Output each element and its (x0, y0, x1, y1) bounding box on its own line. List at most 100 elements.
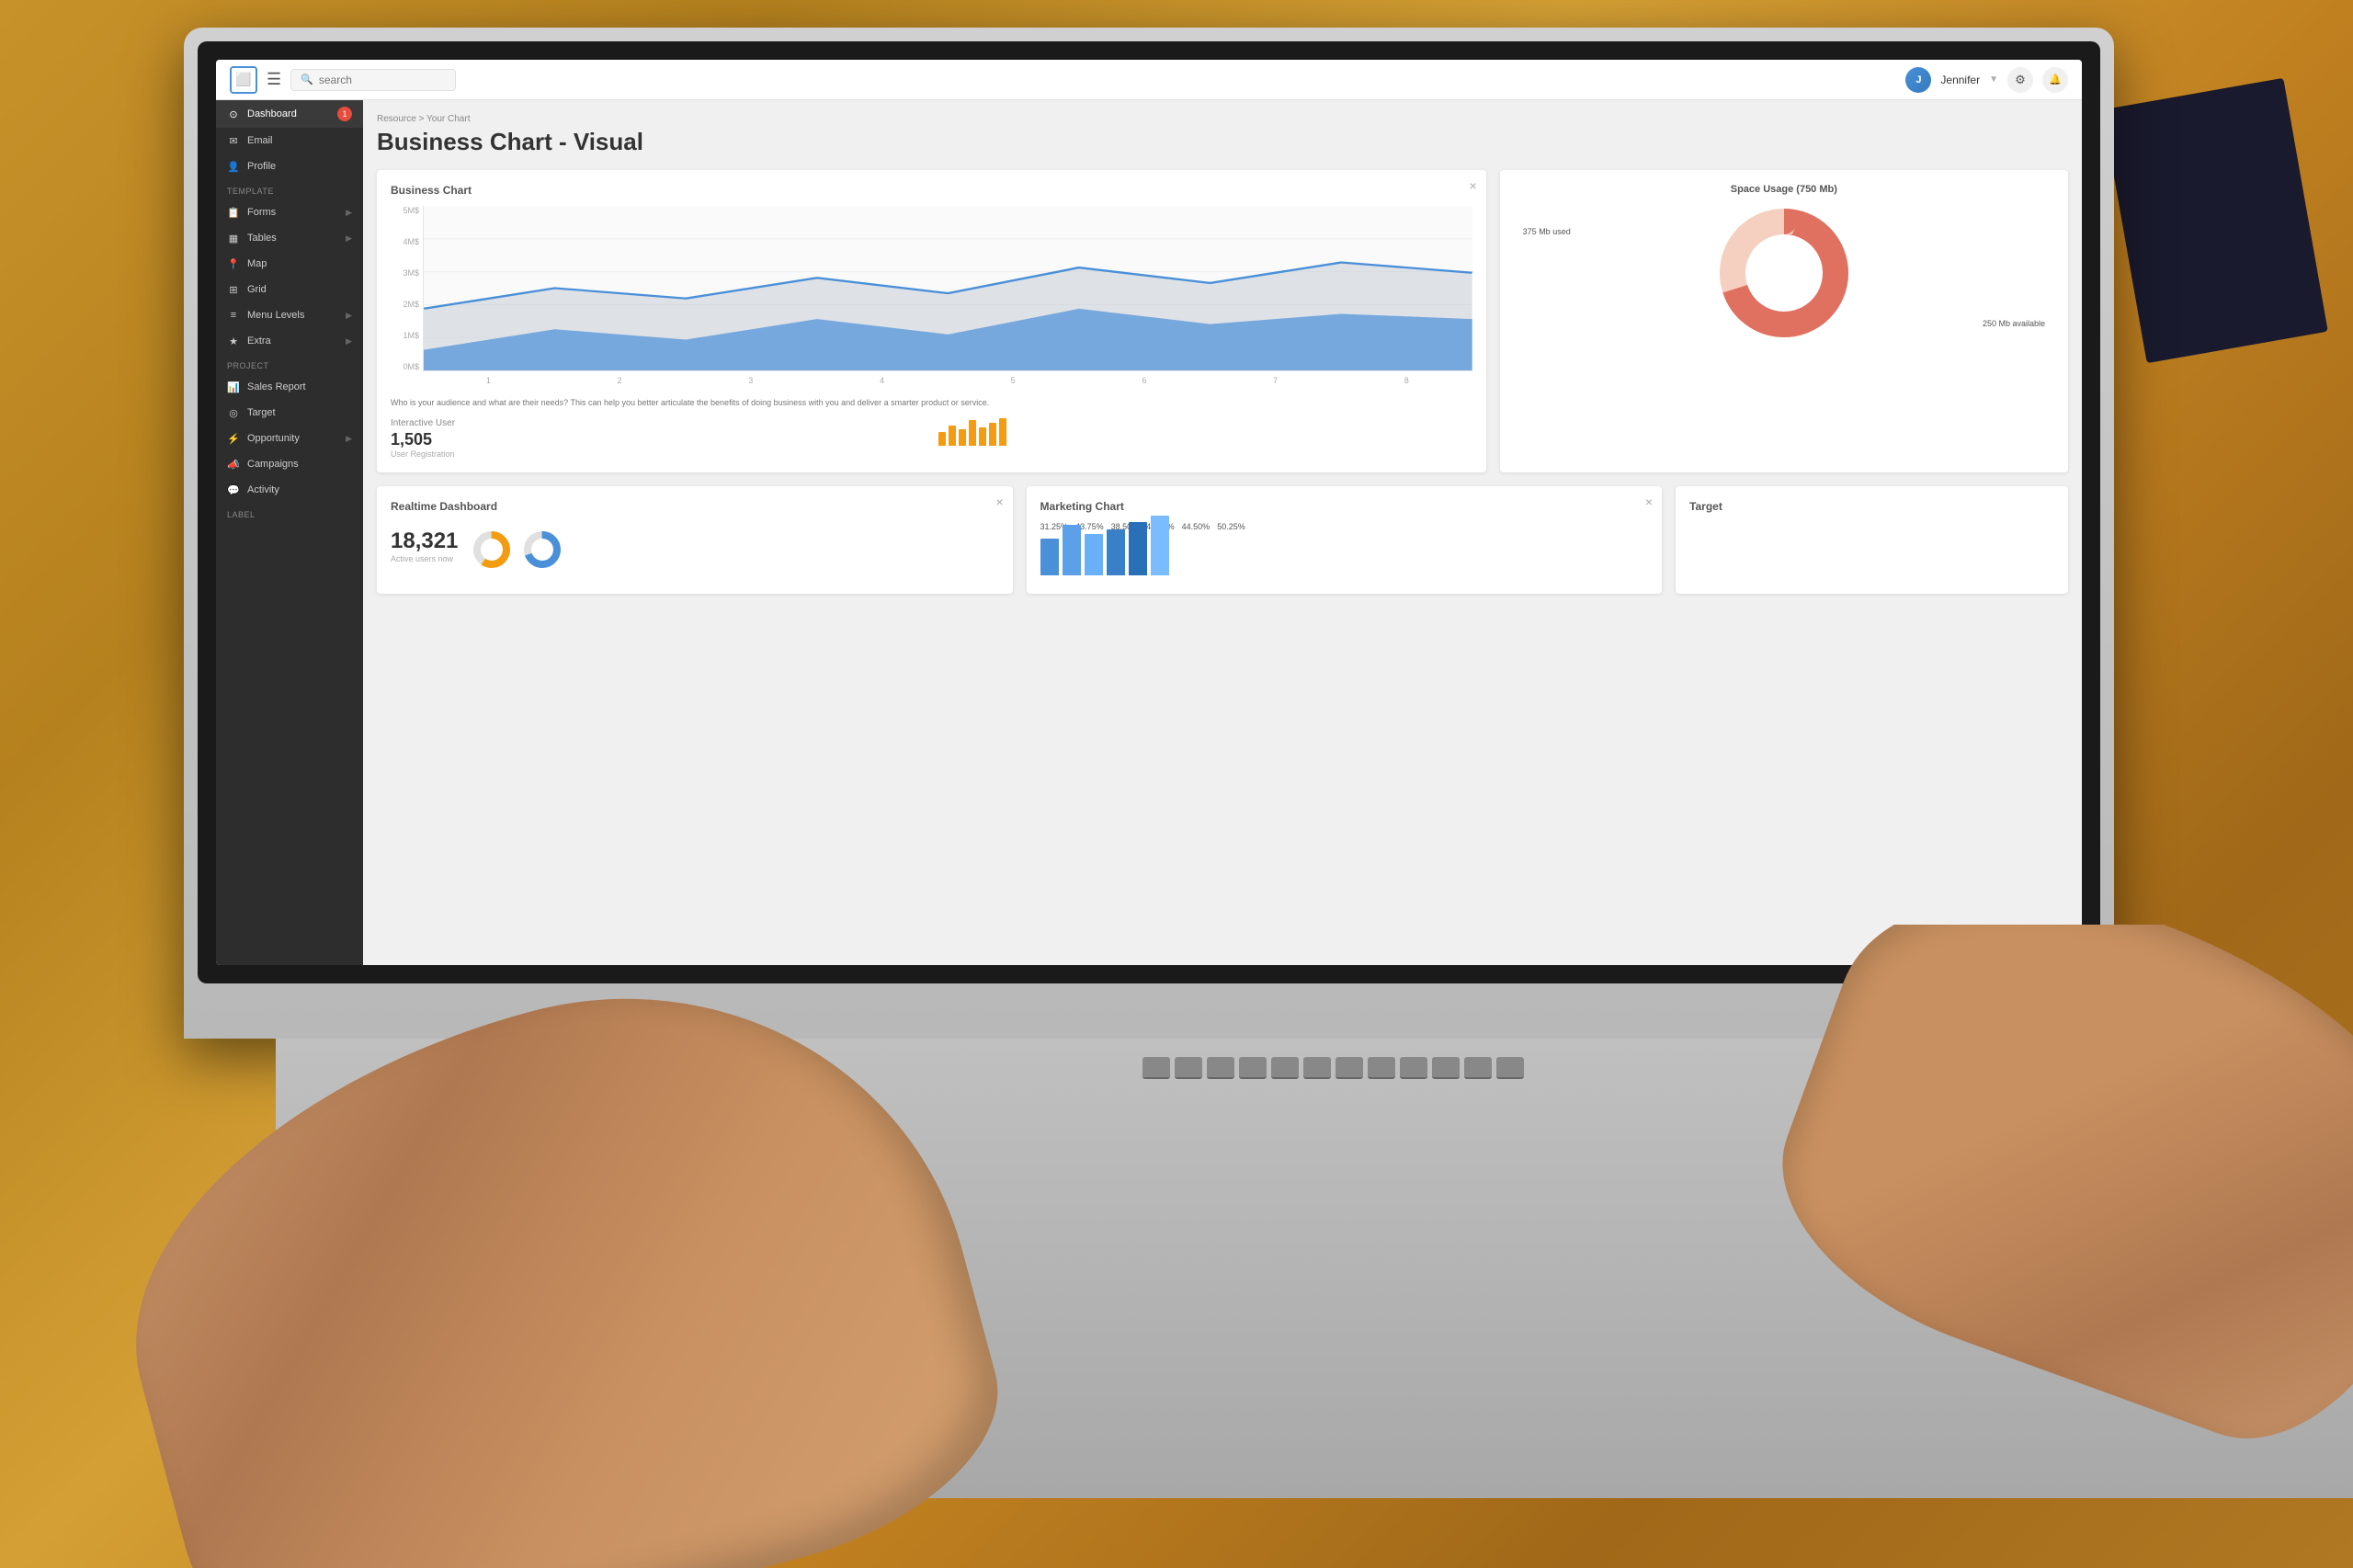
settings-icon: ⚙ (2015, 73, 2026, 87)
marketing-close-button[interactable]: × (1645, 495, 1653, 508)
dropdown-chevron-icon: ▼ (1989, 74, 1998, 85)
interactive-user-value: 1,505 (391, 430, 925, 449)
sidebar-item-extra[interactable]: ★ Extra ▶ (216, 328, 363, 354)
key (1336, 1057, 1363, 1079)
sidebar-label-map: Map (247, 258, 267, 269)
x-label-4: 4 (880, 376, 884, 385)
space-usage-title: Space Usage (750 Mb) (1514, 184, 2054, 195)
search-input[interactable] (319, 74, 429, 86)
key (1464, 1057, 1492, 1079)
email-icon: ✉ (227, 134, 240, 147)
key (1303, 1057, 1331, 1079)
key (1432, 1057, 1460, 1079)
business-chart-title: Business Chart (391, 184, 1472, 197)
extra-icon: ★ (227, 335, 240, 347)
sidebar-item-tables[interactable]: ▦ Tables ▶ (216, 225, 363, 251)
sidebar: ⊙ Dashboard 1 ✉ Email 👤 Profile Template (216, 100, 363, 965)
interactive-user-stat: Interactive User 1,505 User Registration (391, 418, 925, 459)
x-label-1: 1 (486, 376, 491, 385)
sidebar-item-activity[interactable]: 💬 Activity (216, 477, 363, 503)
breadcrumb: Resource > Your Chart (377, 114, 2068, 124)
page-title: Business Chart - Visual (377, 128, 2068, 156)
sidebar-label-menu-levels: Menu Levels (247, 310, 304, 321)
notifications-button[interactable]: 🔔 (2042, 67, 2068, 93)
hamburger-menu-icon[interactable]: ☰ (267, 70, 281, 89)
marketing-chart-title: Marketing Chart (1040, 500, 1649, 513)
donut-available-label: 250 Mb available (1983, 319, 2045, 328)
y-label-5m: 5M$ (391, 206, 419, 215)
mini-bar-2 (949, 426, 956, 446)
sidebar-label-email: Email (247, 135, 273, 146)
marketing-bar-chart (1040, 539, 1649, 575)
realtime-close-button[interactable]: × (995, 495, 1003, 508)
marketing-bar-2 (1063, 525, 1081, 575)
sidebar-label-profile: Profile (247, 161, 276, 172)
target-card-title: Target (1689, 500, 2054, 513)
business-chart-card: Business Chart × 5M$ 4M$ 3M$ 2M$ 1M$ (377, 170, 1486, 472)
laptop-shell: ⬜ ☰ 🔍 J Jennifer ▼ ⚙ 🔔 (184, 28, 2114, 1039)
top-row: Business Chart × 5M$ 4M$ 3M$ 2M$ 1M$ (377, 170, 2068, 472)
y-axis-labels: 5M$ 4M$ 3M$ 2M$ 1M$ 0M$ (391, 206, 423, 371)
campaigns-icon: 📣 (227, 458, 240, 471)
space-usage-card: Space Usage (750 Mb) (1500, 170, 2068, 472)
search-icon: 🔍 (301, 74, 313, 85)
target-card: Target (1676, 486, 2068, 594)
sidebar-label-sales-report: Sales Report (247, 381, 306, 392)
monitor-icon: ⬜ (235, 72, 251, 87)
mini-bar-chart (938, 418, 1472, 459)
key (1496, 1057, 1524, 1079)
key (1368, 1057, 1395, 1079)
sidebar-item-menu-levels[interactable]: ≡ Menu Levels ▶ (216, 302, 363, 328)
key (1142, 1057, 1170, 1079)
business-chart-close-button[interactable]: × (1469, 179, 1476, 192)
chart-svg (424, 206, 1472, 370)
x-label-6: 6 (1142, 376, 1146, 385)
settings-button[interactable]: ⚙ (2007, 67, 2033, 93)
sidebar-item-dashboard[interactable]: ⊙ Dashboard 1 (216, 100, 363, 128)
tables-icon: ▦ (227, 232, 240, 244)
keyboard-rows (276, 1039, 2353, 1097)
y-label-1m: 1M$ (391, 331, 419, 340)
marketing-bar-1 (1040, 539, 1059, 575)
sidebar-item-opportunity[interactable]: ⚡ Opportunity ▶ (216, 426, 363, 451)
x-label-8: 8 (1404, 376, 1409, 385)
sidebar-item-map[interactable]: 📍 Map (216, 251, 363, 277)
pct-5: 44.50% (1182, 522, 1211, 531)
realtime-stats: 18,321 Active users now (391, 528, 458, 563)
marketing-bar-3 (1085, 534, 1103, 575)
sidebar-item-grid[interactable]: ⊞ Grid (216, 277, 363, 302)
sidebar-item-email[interactable]: ✉ Email (216, 128, 363, 153)
marketing-bar-6 (1151, 516, 1169, 575)
sidebar-item-sales-report[interactable]: 📊 Sales Report (216, 374, 363, 400)
mini-bar-1 (938, 432, 946, 446)
search-bar[interactable]: 🔍 (290, 69, 456, 91)
sidebar-item-campaigns[interactable]: 📣 Campaigns (216, 451, 363, 477)
donut-chart-svg (1720, 209, 1848, 337)
sidebar-item-profile[interactable]: 👤 Profile (216, 153, 363, 179)
sidebar-label-target: Target (247, 407, 276, 418)
chart-plot (423, 206, 1472, 371)
tables-arrow-icon: ▶ (346, 233, 352, 244)
sidebar-label-tables: Tables (247, 233, 277, 244)
x-label-3: 3 (748, 376, 753, 385)
sidebar-label-grid: Grid (247, 284, 267, 295)
dashboard-icon: ⊙ (227, 108, 240, 120)
key (1207, 1057, 1234, 1079)
app-logo: ⬜ (230, 66, 257, 94)
sidebar-label-extra: Extra (247, 335, 271, 347)
sidebar-item-forms[interactable]: 📋 Forms ▶ (216, 199, 363, 225)
organic-donut (472, 529, 513, 571)
mini-bar-4 (969, 420, 976, 446)
main-content: Resource > Your Chart Business Chart - V… (363, 100, 2082, 965)
sidebar-item-target[interactable]: ◎ Target (216, 400, 363, 426)
stats-row: Interactive User 1,505 User Registration (391, 418, 1472, 459)
sidebar-label-campaigns: Campaigns (247, 459, 299, 470)
marketing-bar-4 (1107, 529, 1125, 575)
profile-icon: 👤 (227, 160, 240, 173)
y-label-2m: 2M$ (391, 300, 419, 309)
mini-bar-3 (959, 429, 966, 446)
extra-arrow-icon: ▶ (346, 336, 352, 347)
marketing-bar-5 (1129, 522, 1147, 575)
mini-donuts (472, 529, 563, 571)
forms-icon: 📋 (227, 206, 240, 219)
